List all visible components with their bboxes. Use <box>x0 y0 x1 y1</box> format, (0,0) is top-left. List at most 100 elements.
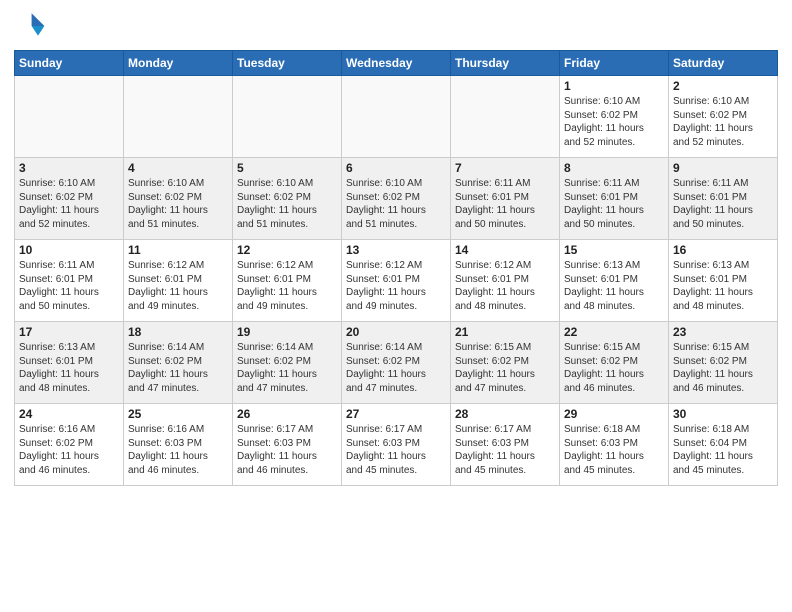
day-number: 29 <box>564 407 664 421</box>
calendar-cell: 3 Sunrise: 6:10 AM Sunset: 6:02 PM Daylig… <box>15 158 124 240</box>
calendar-cell: 14 Sunrise: 6:12 AM Sunset: 6:01 PM Dayli… <box>451 240 560 322</box>
day-info: Sunrise: 6:10 AM Sunset: 6:02 PM Dayligh… <box>128 177 228 231</box>
calendar-header-monday: Monday <box>124 51 233 76</box>
calendar-cell: 7 Sunrise: 6:11 AM Sunset: 6:01 PM Daylig… <box>451 158 560 240</box>
day-info: Sunrise: 6:13 AM Sunset: 6:01 PM Dayligh… <box>19 341 119 395</box>
day-number: 18 <box>128 325 228 339</box>
calendar-cell: 9 Sunrise: 6:11 AM Sunset: 6:01 PM Daylig… <box>669 158 778 240</box>
calendar-cell: 2 Sunrise: 6:10 AM Sunset: 6:02 PM Daylig… <box>669 76 778 158</box>
calendar-cell <box>451 76 560 158</box>
logo-icon <box>14 10 46 42</box>
day-number: 15 <box>564 243 664 257</box>
day-number: 22 <box>564 325 664 339</box>
day-number: 9 <box>673 161 773 175</box>
calendar-header-saturday: Saturday <box>669 51 778 76</box>
day-number: 16 <box>673 243 773 257</box>
day-info: Sunrise: 6:18 AM Sunset: 6:03 PM Dayligh… <box>564 423 664 477</box>
day-number: 19 <box>237 325 337 339</box>
day-info: Sunrise: 6:11 AM Sunset: 6:01 PM Dayligh… <box>564 177 664 231</box>
calendar-week-2: 3 Sunrise: 6:10 AM Sunset: 6:02 PM Daylig… <box>15 158 778 240</box>
calendar-cell: 17 Sunrise: 6:13 AM Sunset: 6:01 PM Dayli… <box>15 322 124 404</box>
day-info: Sunrise: 6:10 AM Sunset: 6:02 PM Dayligh… <box>237 177 337 231</box>
calendar-cell: 16 Sunrise: 6:13 AM Sunset: 6:01 PM Dayli… <box>669 240 778 322</box>
calendar-cell <box>233 76 342 158</box>
day-number: 17 <box>19 325 119 339</box>
day-info: Sunrise: 6:17 AM Sunset: 6:03 PM Dayligh… <box>237 423 337 477</box>
calendar: SundayMondayTuesdayWednesdayThursdayFrid… <box>14 50 778 486</box>
page: SundayMondayTuesdayWednesdayThursdayFrid… <box>0 0 792 612</box>
calendar-cell: 12 Sunrise: 6:12 AM Sunset: 6:01 PM Dayli… <box>233 240 342 322</box>
calendar-week-4: 17 Sunrise: 6:13 AM Sunset: 6:01 PM Dayli… <box>15 322 778 404</box>
calendar-cell: 5 Sunrise: 6:10 AM Sunset: 6:02 PM Daylig… <box>233 158 342 240</box>
day-number: 3 <box>19 161 119 175</box>
day-info: Sunrise: 6:11 AM Sunset: 6:01 PM Dayligh… <box>19 259 119 313</box>
day-number: 12 <box>237 243 337 257</box>
day-number: 30 <box>673 407 773 421</box>
day-info: Sunrise: 6:11 AM Sunset: 6:01 PM Dayligh… <box>673 177 773 231</box>
calendar-cell: 18 Sunrise: 6:14 AM Sunset: 6:02 PM Dayli… <box>124 322 233 404</box>
day-info: Sunrise: 6:12 AM Sunset: 6:01 PM Dayligh… <box>455 259 555 313</box>
day-number: 14 <box>455 243 555 257</box>
calendar-cell: 8Sunrise: 6:11 AM Sunset: 6:01 PM Daylig… <box>560 158 669 240</box>
calendar-cell: 1 Sunrise: 6:10 AM Sunset: 6:02 PM Daylig… <box>560 76 669 158</box>
calendar-cell: 10 Sunrise: 6:11 AM Sunset: 6:01 PM Dayli… <box>15 240 124 322</box>
header <box>14 10 778 42</box>
calendar-cell: 6 Sunrise: 6:10 AM Sunset: 6:02 PM Daylig… <box>342 158 451 240</box>
day-info: Sunrise: 6:10 AM Sunset: 6:02 PM Dayligh… <box>19 177 119 231</box>
day-info: Sunrise: 6:16 AM Sunset: 6:02 PM Dayligh… <box>19 423 119 477</box>
calendar-header-wednesday: Wednesday <box>342 51 451 76</box>
day-number: 10 <box>19 243 119 257</box>
day-info: Sunrise: 6:10 AM Sunset: 6:02 PM Dayligh… <box>673 95 773 149</box>
day-number: 25 <box>128 407 228 421</box>
day-number: 4 <box>128 161 228 175</box>
calendar-cell: 27Sunrise: 6:17 AM Sunset: 6:03 PM Dayli… <box>342 404 451 486</box>
day-info: Sunrise: 6:13 AM Sunset: 6:01 PM Dayligh… <box>673 259 773 313</box>
day-info: Sunrise: 6:14 AM Sunset: 6:02 PM Dayligh… <box>346 341 446 395</box>
day-number: 13 <box>346 243 446 257</box>
calendar-cell <box>124 76 233 158</box>
day-number: 24 <box>19 407 119 421</box>
calendar-week-3: 10 Sunrise: 6:11 AM Sunset: 6:01 PM Dayli… <box>15 240 778 322</box>
calendar-cell: 26 Sunrise: 6:17 AM Sunset: 6:03 PM Dayli… <box>233 404 342 486</box>
day-number: 7 <box>455 161 555 175</box>
calendar-cell: 23Sunrise: 6:15 AM Sunset: 6:02 PM Dayli… <box>669 322 778 404</box>
day-info: Sunrise: 6:18 AM Sunset: 6:04 PM Dayligh… <box>673 423 773 477</box>
day-info: Sunrise: 6:11 AM Sunset: 6:01 PM Dayligh… <box>455 177 555 231</box>
day-info: Sunrise: 6:15 AM Sunset: 6:02 PM Dayligh… <box>673 341 773 395</box>
calendar-cell <box>15 76 124 158</box>
calendar-cell: 22 Sunrise: 6:15 AM Sunset: 6:02 PM Dayli… <box>560 322 669 404</box>
day-number: 20 <box>346 325 446 339</box>
day-info: Sunrise: 6:10 AM Sunset: 6:02 PM Dayligh… <box>564 95 664 149</box>
day-info: Sunrise: 6:10 AM Sunset: 6:02 PM Dayligh… <box>346 177 446 231</box>
day-info: Sunrise: 6:15 AM Sunset: 6:02 PM Dayligh… <box>455 341 555 395</box>
calendar-cell: 28 Sunrise: 6:17 AM Sunset: 6:03 PM Dayli… <box>451 404 560 486</box>
calendar-week-5: 24 Sunrise: 6:16 AM Sunset: 6:02 PM Dayli… <box>15 404 778 486</box>
calendar-cell: 29 Sunrise: 6:18 AM Sunset: 6:03 PM Dayli… <box>560 404 669 486</box>
day-info: Sunrise: 6:14 AM Sunset: 6:02 PM Dayligh… <box>128 341 228 395</box>
day-number: 2 <box>673 79 773 93</box>
calendar-cell: 21 Sunrise: 6:15 AM Sunset: 6:02 PM Dayli… <box>451 322 560 404</box>
calendar-cell: 30 Sunrise: 6:18 AM Sunset: 6:04 PM Dayli… <box>669 404 778 486</box>
day-number: 1 <box>564 79 664 93</box>
day-number: 6 <box>346 161 446 175</box>
calendar-cell: 13Sunrise: 6:12 AM Sunset: 6:01 PM Dayli… <box>342 240 451 322</box>
day-info: Sunrise: 6:17 AM Sunset: 6:03 PM Dayligh… <box>455 423 555 477</box>
day-info: Sunrise: 6:15 AM Sunset: 6:02 PM Dayligh… <box>564 341 664 395</box>
calendar-header-tuesday: Tuesday <box>233 51 342 76</box>
day-info: Sunrise: 6:12 AM Sunset: 6:01 PM Dayligh… <box>128 259 228 313</box>
calendar-header-row: SundayMondayTuesdayWednesdayThursdayFrid… <box>15 51 778 76</box>
calendar-cell: 4 Sunrise: 6:10 AM Sunset: 6:02 PM Daylig… <box>124 158 233 240</box>
calendar-cell: 15Sunrise: 6:13 AM Sunset: 6:01 PM Dayli… <box>560 240 669 322</box>
calendar-header-friday: Friday <box>560 51 669 76</box>
calendar-header-thursday: Thursday <box>451 51 560 76</box>
day-number: 26 <box>237 407 337 421</box>
calendar-cell: 20 Sunrise: 6:14 AM Sunset: 6:02 PM Dayli… <box>342 322 451 404</box>
day-number: 11 <box>128 243 228 257</box>
calendar-cell: 25Sunrise: 6:16 AM Sunset: 6:03 PM Dayli… <box>124 404 233 486</box>
day-number: 21 <box>455 325 555 339</box>
day-info: Sunrise: 6:12 AM Sunset: 6:01 PM Dayligh… <box>237 259 337 313</box>
day-number: 5 <box>237 161 337 175</box>
day-number: 28 <box>455 407 555 421</box>
calendar-cell <box>342 76 451 158</box>
calendar-cell: 19Sunrise: 6:14 AM Sunset: 6:02 PM Dayli… <box>233 322 342 404</box>
